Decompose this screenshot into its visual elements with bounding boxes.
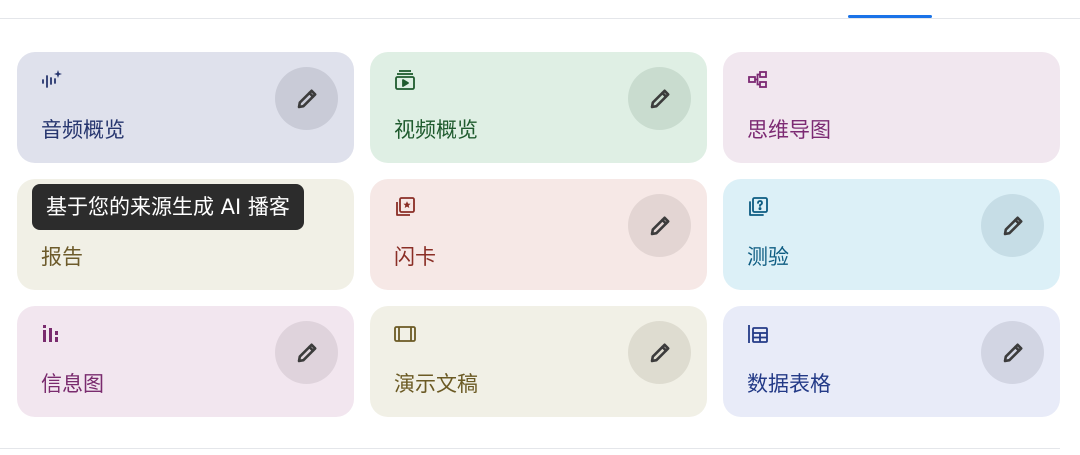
quiz-icon (747, 196, 769, 218)
card-slides[interactable]: 演示文稿 (370, 306, 707, 417)
card-label: 数据表格 (747, 372, 831, 396)
pencil-icon (297, 89, 316, 108)
pencil-icon (1003, 216, 1022, 235)
card-label: 闪卡 (394, 245, 436, 269)
infographic-icon (41, 323, 63, 345)
card-label: 音频概览 (41, 118, 125, 142)
tooltip: 基于您的来源生成 AI 播客 (32, 184, 304, 230)
edit-button[interactable] (981, 194, 1044, 257)
mind-map-icon (747, 69, 769, 91)
edit-button[interactable] (981, 321, 1044, 384)
card-audio-overview[interactable]: 音频概览 (17, 52, 354, 163)
video-play-icon (394, 69, 416, 91)
edit-button[interactable] (628, 194, 691, 257)
pencil-icon (650, 343, 669, 362)
card-video-overview[interactable]: 视频概览 (370, 52, 707, 163)
card-label: 测验 (747, 245, 789, 269)
bottom-divider (0, 448, 1060, 449)
edit-button[interactable] (275, 321, 338, 384)
slides-icon (394, 323, 416, 345)
card-quiz[interactable]: 测验 (723, 179, 1060, 290)
data-table-icon (747, 323, 769, 345)
card-infographic[interactable]: 信息图 (17, 306, 354, 417)
pencil-icon (1003, 343, 1022, 362)
card-label: 演示文稿 (394, 372, 478, 396)
card-flashcards[interactable]: 闪卡 (370, 179, 707, 290)
card-label: 思维导图 (747, 118, 831, 142)
edit-button[interactable] (628, 321, 691, 384)
card-data-table[interactable]: 数据表格 (723, 306, 1060, 417)
card-label: 视频概览 (394, 118, 478, 142)
card-label: 报告 (41, 245, 83, 269)
card-label: 信息图 (41, 372, 104, 396)
audio-sparkle-icon (41, 69, 63, 91)
flashcard-icon (394, 196, 416, 218)
top-divider (0, 18, 1080, 19)
active-tab-indicator (848, 15, 932, 18)
card-mind-map[interactable]: 思维导图 (723, 52, 1060, 163)
studio-tools-grid: 音频概览 视频概览 思维导图 报告 闪卡 测验 信息图 演示文稿 数据表格 (17, 52, 1060, 417)
pencil-icon (650, 216, 669, 235)
edit-button[interactable] (275, 67, 338, 130)
edit-button[interactable] (628, 67, 691, 130)
pencil-icon (650, 89, 669, 108)
pencil-icon (297, 343, 316, 362)
